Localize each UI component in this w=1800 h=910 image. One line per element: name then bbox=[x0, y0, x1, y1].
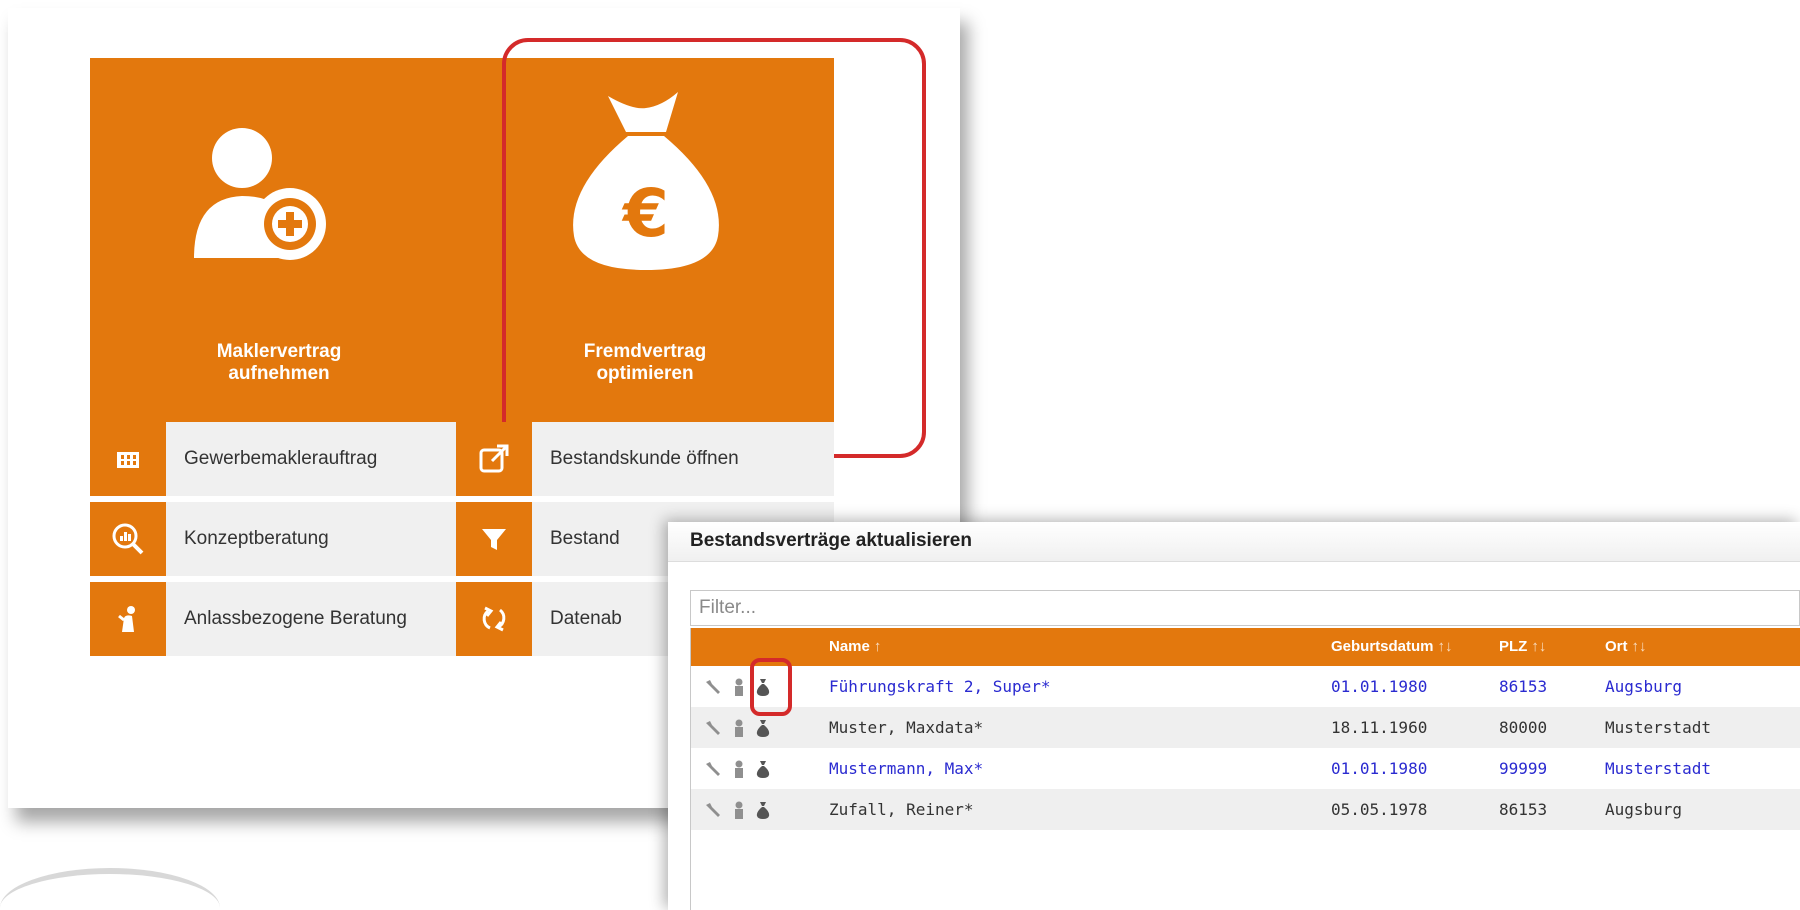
tile-label: Fremdvertrag optimieren bbox=[583, 341, 707, 384]
column-header-ort[interactable]: Ort ↑↓ bbox=[1605, 628, 1647, 666]
wrench-icon[interactable] bbox=[703, 718, 723, 738]
wrench-icon[interactable] bbox=[703, 800, 723, 820]
decorative-arc bbox=[0, 868, 220, 910]
column-label: Name bbox=[829, 638, 870, 655]
menu-item-gewerbemaklerauftrag[interactable]: Gewerbemaklerauftrag bbox=[90, 422, 468, 496]
column-header-name[interactable]: Name ↑ bbox=[829, 628, 881, 666]
column-label: Geburtsdatum bbox=[1331, 638, 1434, 655]
table-header: Name ↑ Geburtsdatum ↑↓ PLZ ↑↓ Ort ↑↓ bbox=[691, 628, 1800, 666]
filter-icon bbox=[456, 502, 532, 576]
person-icon[interactable] bbox=[729, 759, 749, 779]
sort-icon: ↑ bbox=[873, 638, 882, 655]
menu-item-label: Datenab bbox=[550, 608, 622, 629]
column-header-plz[interactable]: PLZ ↑↓ bbox=[1499, 628, 1546, 666]
wrench-icon[interactable] bbox=[703, 677, 723, 697]
table-row[interactable]: Muster, Maxdata* 18.11.1960 80000 Muster… bbox=[691, 707, 1800, 748]
menu-item-label: Bestandskunde öffnen bbox=[550, 448, 739, 469]
cell-name: Mustermann, Max* bbox=[829, 759, 984, 778]
cell-ort: Musterstadt bbox=[1605, 759, 1711, 778]
user-add-icon bbox=[90, 58, 468, 328]
person-icon[interactable] bbox=[729, 677, 749, 697]
cell-plz: 86153 bbox=[1499, 800, 1548, 819]
bestandsvertraege-dialog: Bestandsverträge aktualisieren Name↑ Geb… bbox=[668, 522, 1800, 910]
cell-geburtsdatum: 05.05.1978 bbox=[1331, 800, 1428, 819]
column-label: PLZ bbox=[1499, 638, 1528, 655]
person-icon[interactable] bbox=[729, 800, 749, 820]
table-row[interactable]: Führungskraft 2, Super* 01.01.1980 86153… bbox=[691, 666, 1800, 707]
money-bag-icon[interactable] bbox=[753, 677, 773, 697]
money-bag-euro-icon: € bbox=[456, 58, 834, 328]
screen: Maklervertrag aufnehmen € Fremdvertrag o… bbox=[0, 0, 1800, 910]
cell-ort: Augsburg bbox=[1605, 677, 1683, 696]
svg-text:€: € bbox=[621, 175, 669, 252]
tile-label: Maklervertrag aufnehmen bbox=[216, 341, 342, 384]
building-icon bbox=[90, 422, 166, 496]
menu-item-label: Bestand bbox=[550, 528, 620, 549]
fremdvertrag-optimieren-tile[interactable]: € Fremdvertrag optimieren bbox=[456, 58, 834, 424]
money-bag-icon[interactable] bbox=[753, 718, 773, 738]
menu-item-label: Konzeptberatung bbox=[184, 528, 329, 549]
menu-item-label: Gewerbemaklerauftrag bbox=[184, 448, 378, 469]
cell-geburtsdatum: 01.01.1980 bbox=[1331, 759, 1428, 778]
menu-item-bestandskunde-oeffnen[interactable]: Bestandskunde öffnen bbox=[456, 422, 834, 496]
dialog-header: Bestandsverträge aktualisieren bbox=[668, 522, 1800, 562]
sort-icon: ↑↓ bbox=[1631, 638, 1647, 655]
cell-ort: Augsburg bbox=[1605, 800, 1683, 819]
cell-plz: 99999 bbox=[1499, 759, 1548, 778]
dialog-title: Bestandsverträge aktualisieren bbox=[690, 530, 972, 551]
external-link-icon bbox=[456, 422, 532, 496]
money-bag-icon[interactable] bbox=[753, 800, 773, 820]
cell-name: Führungskraft 2, Super* bbox=[829, 677, 1051, 696]
column-label: Ort bbox=[1605, 638, 1628, 655]
cell-plz: 86153 bbox=[1499, 677, 1548, 696]
sort-icon: ↑↓ bbox=[1531, 638, 1547, 655]
menu-item-label: Anlassbezogene Beratung bbox=[184, 608, 407, 629]
sort-icon: ↑↓ bbox=[1437, 638, 1453, 655]
cell-ort: Musterstadt bbox=[1605, 718, 1711, 737]
cell-name: Muster, Maxdata* bbox=[829, 718, 984, 737]
cell-geburtsdatum: 18.11.1960 bbox=[1331, 718, 1428, 737]
cell-geburtsdatum: 01.01.1980 bbox=[1331, 677, 1428, 696]
maklervertrag-aufnehmen-tile[interactable]: Maklervertrag aufnehmen bbox=[90, 58, 468, 424]
wrench-icon[interactable] bbox=[703, 759, 723, 779]
table-row[interactable]: Zufall, Reiner* 05.05.1978 86153 Augsbur… bbox=[691, 789, 1800, 830]
contracts-table: Name ↑ Geburtsdatum ↑↓ PLZ ↑↓ Ort ↑↓ Führung… bbox=[690, 628, 1800, 910]
money-bag-icon[interactable] bbox=[753, 759, 773, 779]
table-row[interactable]: Mustermann, Max* 01.01.1980 99999 Muster… bbox=[691, 748, 1800, 789]
filter-input[interactable] bbox=[690, 590, 1800, 626]
person-icon[interactable] bbox=[729, 718, 749, 738]
column-header-geburtsdatum[interactable]: Geburtsdatum ↑↓ bbox=[1331, 628, 1453, 666]
sync-icon bbox=[456, 582, 532, 656]
menu-item-konzeptberatung[interactable]: Konzeptberatung bbox=[90, 502, 468, 576]
magnify-chart-icon bbox=[90, 502, 166, 576]
person-hand-icon bbox=[90, 582, 166, 656]
menu-item-anlassbezogene-beratung[interactable]: Anlassbezogene Beratung bbox=[90, 582, 468, 656]
cell-plz: 80000 bbox=[1499, 718, 1548, 737]
cell-name: Zufall, Reiner* bbox=[829, 800, 974, 819]
